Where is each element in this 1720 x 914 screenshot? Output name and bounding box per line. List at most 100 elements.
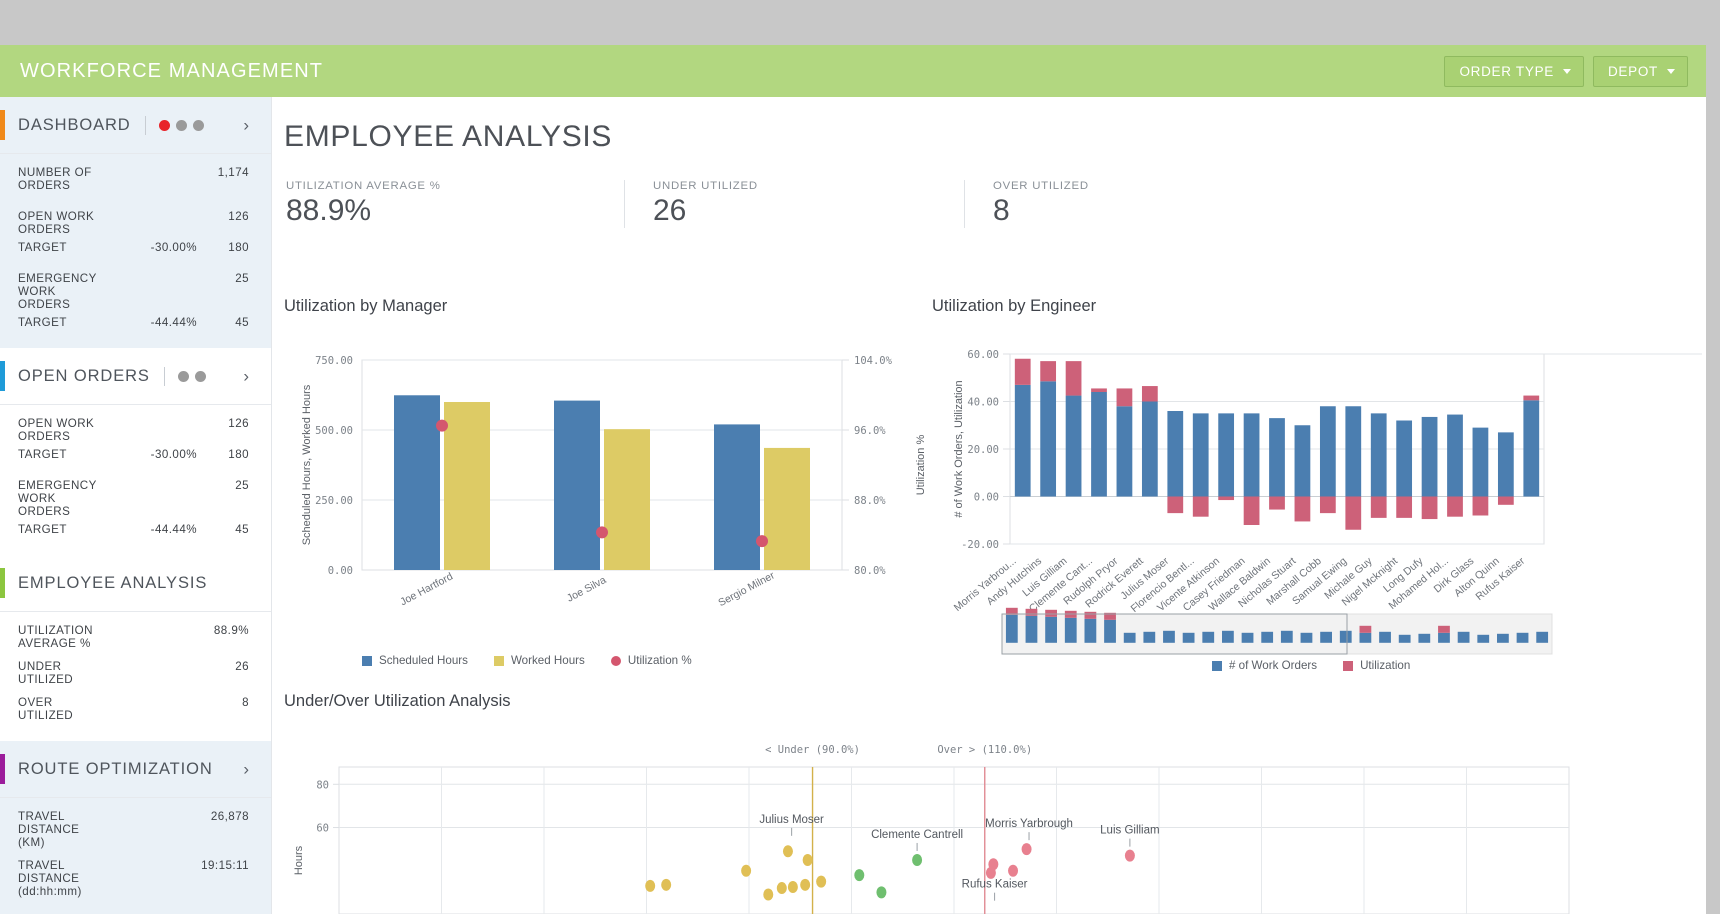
dashboard-app: WORKFORCE MANAGEMENT ORDER TYPE DEPOT DA…: [0, 45, 1706, 914]
legend-label: # of Work Orders: [1229, 659, 1318, 672]
metric-value: 180: [228, 448, 249, 461]
kpi-strip: UTILIZATION AVERAGE % 88.9% UNDER UTILIZ…: [284, 180, 1706, 228]
sidebar-metrics-open-orders: OPEN WORK ORDERS 126 TARGET -30.00% 180 …: [0, 405, 271, 555]
legend-item[interactable]: Utilization: [1343, 659, 1410, 672]
kpi-value: 8: [993, 194, 1010, 227]
metric-label: OVER UTILIZED: [18, 696, 74, 722]
order-type-filter-button[interactable]: ORDER TYPE: [1444, 55, 1584, 87]
sidebar-item-dashboard[interactable]: DASHBOARD ›: [0, 97, 271, 153]
metric-row: TARGET -30.00% 180: [18, 241, 249, 259]
metric-value: 25: [235, 272, 249, 285]
header-filters: ORDER TYPE DEPOT: [1444, 55, 1688, 87]
legend-swatch-icon: [493, 655, 504, 666]
sidebar: DASHBOARD › NUMBER OF ORDERS 1,174 OPEN …: [0, 97, 272, 914]
svg-text:< Under (90.0%): < Under (90.0%): [765, 744, 860, 756]
svg-text:0.00: 0.00: [974, 492, 999, 504]
metric-delta: -30.00%: [150, 241, 197, 254]
legend-label: Utilization: [1360, 659, 1411, 672]
sidebar-item-route-optimization[interactable]: ROUTE OPTIMIZATION ›: [0, 741, 271, 797]
sidebar-item-open-orders[interactable]: OPEN ORDERS ›: [0, 348, 271, 404]
metric-label: NUMBER OF ORDERS: [18, 166, 92, 192]
metric-delta: -30.00%: [150, 448, 197, 461]
metric-value: 180: [228, 241, 249, 254]
svg-text:88.0%: 88.0%: [854, 495, 886, 507]
sidebar-item-employee-analysis[interactable]: EMPLOYEE ANALYSIS: [0, 555, 271, 611]
chart-title: Under/Over Utilization Analysis: [284, 692, 511, 710]
sidebar-metrics-route-optimization: TRAVEL DISTANCE (KM) 26,878 TRAVEL DISTA…: [0, 798, 271, 914]
metric-label: TARGET: [18, 241, 67, 254]
sidebar-item-label: OPEN ORDERS: [18, 366, 150, 385]
kpi-utilization-average: UTILIZATION AVERAGE % 88.9%: [284, 180, 624, 228]
metric-row: OPEN WORK ORDERS 126: [18, 205, 249, 241]
manager-chart-legend: Scheduled Hours Worked Hours Utilization…: [362, 654, 934, 667]
engineer-chart-canvas[interactable]: -20.00 0.00 20.00 40.00 60.00 # of Work Order…: [932, 322, 1702, 662]
chevron-down-icon: [1667, 68, 1675, 74]
metric-row: EMERGENCY WORK ORDERS 25: [18, 267, 249, 316]
legend-item[interactable]: # of Work Orders: [1212, 659, 1317, 672]
chevron-right-icon[interactable]: ›: [243, 368, 249, 385]
divider: [163, 366, 165, 386]
svg-text:Morris Yarbrough: Morris Yarbrough: [985, 818, 1073, 830]
metric-row: TRAVEL DISTANCE (KM) 26,878: [18, 805, 249, 854]
metric-label: TARGET: [18, 448, 67, 461]
legend-item[interactable]: Utilization %: [610, 654, 692, 667]
status-dot-grey: [194, 370, 206, 382]
divider: [144, 115, 146, 135]
metric-value: 126: [228, 210, 249, 223]
accent-bar: [0, 754, 5, 784]
svg-text:60: 60: [316, 823, 329, 835]
svg-text:80: 80: [316, 779, 329, 791]
sidebar-item-label: ROUTE OPTIMIZATION: [18, 759, 213, 778]
svg-text:0.00: 0.00: [328, 565, 353, 577]
legend-label: Utilization %: [627, 654, 692, 667]
svg-text:Hours: Hours: [293, 845, 305, 875]
status-dot-red: [158, 119, 170, 131]
sidebar-item-label: EMPLOYEE ANALYSIS: [18, 573, 208, 592]
legend-item[interactable]: Worked Hours: [493, 654, 585, 667]
svg-text:Utilization %: Utilization %: [915, 435, 927, 496]
metric-delta: -44.44%: [150, 523, 197, 536]
legend-swatch-icon: [362, 655, 372, 666]
status-dots: [158, 119, 204, 131]
accent-bar: [0, 361, 5, 391]
legend-item[interactable]: Scheduled Hours: [362, 654, 468, 667]
manager-chart-canvas[interactable]: 0.00 250.00 500.00 750.00 80.0% 88.0% 96.0% 104…: [284, 322, 934, 647]
svg-text:Scheduled Hours, Worked Hours: Scheduled Hours, Worked Hours: [301, 384, 313, 545]
under-over-chart-canvas[interactable]: 60 80 Hours < Under (90.0%) Over > (110.0%) J…: [284, 719, 1574, 914]
chevron-right-icon[interactable]: ›: [243, 761, 249, 778]
svg-text:500.00: 500.00: [315, 425, 353, 437]
metric-label: TARGET: [18, 523, 67, 536]
metric-value: 25: [235, 479, 249, 492]
kpi-value: 26: [653, 194, 687, 227]
kpi-value: 88.9%: [286, 194, 372, 227]
metric-delta: -44.44%: [150, 316, 197, 329]
status-dots: [177, 370, 206, 382]
accent-bar: [0, 568, 5, 598]
svg-text:104.0%: 104.0%: [854, 355, 893, 367]
chevron-right-icon[interactable]: ›: [243, 117, 249, 134]
metric-value: 26: [235, 660, 249, 673]
sidebar-item-label: DASHBOARD: [18, 115, 131, 134]
metric-value: 126: [228, 417, 249, 430]
status-dot-grey: [192, 119, 204, 131]
depot-filter-label: DEPOT: [1607, 63, 1658, 79]
metric-label: OPEN WORK ORDERS: [18, 210, 95, 236]
depot-filter-button[interactable]: DEPOT: [1592, 55, 1688, 87]
legend-swatch-icon: [1212, 660, 1222, 671]
app-title: WORKFORCE MANAGEMENT: [20, 59, 324, 82]
kpi-label: OVER UTILIZED: [993, 180, 1089, 192]
metric-label: TRAVEL DISTANCE (KM): [18, 810, 80, 849]
accent-bar: [0, 110, 5, 140]
svg-text:20.00: 20.00: [967, 444, 999, 456]
status-dot-grey: [177, 370, 189, 382]
chart-under-over-utilization: Under/Over Utilization Analysis 60 80 Hour…: [284, 692, 1704, 914]
chart-utilization-by-engineer: Utilization by Engineer -20.00 0.00 20.00 4…: [932, 297, 1702, 672]
kpi-over-utilized: OVER UTILIZED 8: [964, 180, 1304, 228]
sidebar-metrics-dashboard: NUMBER OF ORDERS 1,174 OPEN WORK ORDERS …: [0, 154, 271, 348]
metric-label: EMERGENCY WORK ORDERS: [18, 479, 97, 518]
order-type-filter-label: ORDER TYPE: [1459, 63, 1554, 79]
metric-value: 88.9%: [213, 624, 249, 637]
